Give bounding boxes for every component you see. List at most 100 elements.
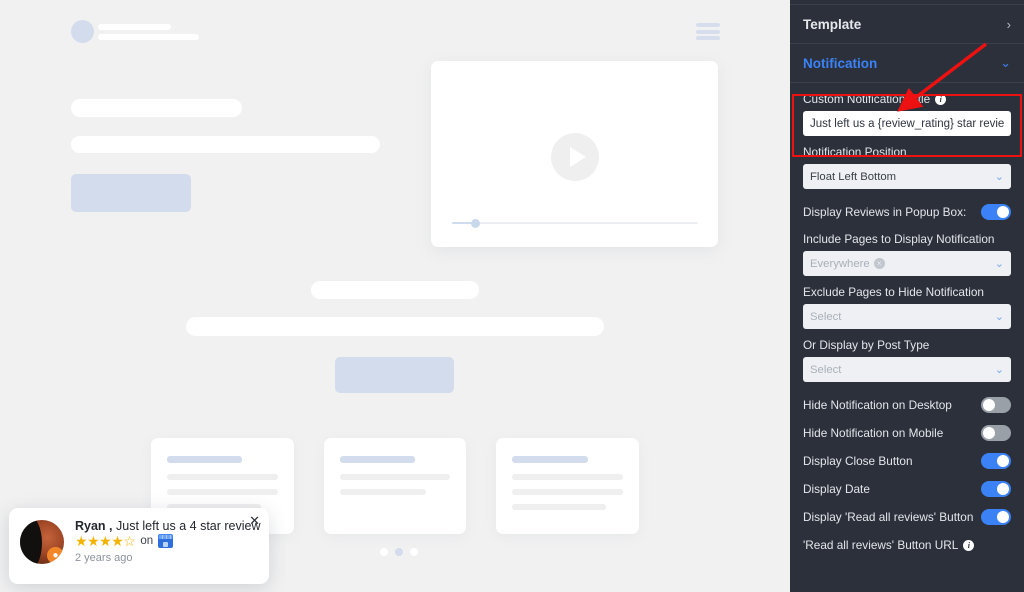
hamburger-bar: [696, 23, 720, 27]
card-text-line: [339, 489, 426, 495]
read-all-button-toggle[interactable]: [981, 509, 1011, 525]
notification-rating-row: ★★★★☆ on: [75, 534, 257, 548]
skeleton-card: [323, 438, 467, 534]
skeleton-paragraph-bar: [71, 136, 380, 153]
pagination-dot-active[interactable]: [395, 548, 403, 556]
video-progress-slider[interactable]: [452, 219, 698, 228]
accordion-template[interactable]: Template ›: [790, 5, 1024, 44]
star-filled-icon: ★: [111, 533, 124, 549]
card-text-line: [512, 489, 624, 495]
settings-sidebar: Template › Notification ⌄ Custom Notific…: [790, 0, 1024, 592]
review-notification-popup[interactable]: ● Ryan , Just left us a 4 star review ★ ★…: [9, 508, 269, 584]
chevron-down-icon: ⌄: [994, 171, 1004, 183]
card-text-line: [339, 474, 451, 480]
skeleton-header-avatar: [71, 20, 94, 43]
skeleton-section-paragraph: [186, 317, 604, 336]
skeleton-section-heading: [311, 281, 479, 299]
notification-content: Ryan , Just left us a 4 star review ★★★★…: [75, 518, 261, 584]
accordion-notification[interactable]: Notification ⌄: [790, 44, 1024, 83]
card-text-line: [167, 489, 278, 495]
info-icon[interactable]: i: [935, 93, 947, 105]
close-icon[interactable]: ✕: [249, 514, 260, 527]
card-text-line: [512, 474, 624, 480]
website-preview-canvas: [0, 0, 790, 592]
skeleton-cta-button: [71, 174, 191, 212]
hide-desktop-toggle[interactable]: [981, 397, 1011, 413]
carousel-pagination-dots[interactable]: [380, 548, 418, 556]
pagination-dot[interactable]: [380, 548, 388, 556]
close-button-label: Display Close Button: [803, 454, 913, 468]
pagination-dot[interactable]: [410, 548, 418, 556]
chevron-down-icon: ⌄: [994, 311, 1004, 323]
card-text-line: [512, 504, 607, 510]
card-title-bar: [512, 456, 588, 463]
hamburger-bar: [696, 36, 720, 40]
post-type-select[interactable]: Select ⌄: [803, 357, 1011, 382]
hide-desktop-row: Hide Notification on Desktop: [803, 391, 1011, 419]
notification-headline: Ryan , Just left us a 4 star review: [75, 519, 261, 533]
toggle-knob: [997, 206, 1009, 218]
hamburger-menu-icon[interactable]: [696, 23, 720, 40]
include-pages-tag-label: Everywhere: [810, 257, 870, 270]
skeleton-heading-bar: [71, 99, 242, 117]
custom-notification-title-input[interactable]: [803, 111, 1011, 136]
notification-message: Just left us a 4 star review: [116, 519, 261, 533]
chevron-right-icon: ›: [1006, 16, 1011, 32]
source-badge-icon: ●: [47, 547, 64, 564]
display-reviews-popup-row: Display Reviews in Popup Box:: [803, 198, 1011, 226]
display-reviews-popup-toggle[interactable]: [981, 204, 1011, 220]
star-filled-icon: ★: [75, 533, 88, 549]
notification-position-select[interactable]: Float Left Bottom ⌄: [803, 164, 1011, 189]
read-all-url-label-text: 'Read all reviews' Button URL: [803, 538, 959, 552]
card-title-bar: [167, 456, 243, 463]
tag-remove-icon[interactable]: ×: [873, 258, 885, 269]
chevron-down-icon: ⌄: [1000, 55, 1011, 70]
on-label: on: [140, 535, 154, 547]
reviewer-name: Ryan ,: [75, 519, 113, 533]
card-title-bar: [339, 456, 415, 463]
exclude-pages-select[interactable]: Select ⌄: [803, 304, 1011, 329]
exclude-pages-label-text: Exclude Pages to Hide Notification: [803, 285, 984, 299]
chevron-down-icon: ⌄: [994, 364, 1004, 376]
card-text-line: [167, 474, 278, 480]
hamburger-bar: [696, 29, 720, 34]
include-pages-select[interactable]: Everywhere × ⌄: [803, 251, 1011, 276]
chevron-down-icon: ⌄: [994, 258, 1004, 270]
play-button-icon[interactable]: [550, 133, 599, 181]
exclude-pages-placeholder: Select: [810, 310, 842, 323]
hide-mobile-toggle[interactable]: [981, 425, 1011, 441]
notification-position-label: Notification Position: [803, 145, 1011, 159]
include-pages-tag: Everywhere ×: [810, 258, 885, 270]
hide-desktop-label: Hide Notification on Desktop: [803, 398, 952, 412]
skeleton-header-line-1: [98, 24, 171, 30]
post-type-label: Or Display by Post Type: [803, 338, 1011, 352]
display-date-row: Display Date: [803, 475, 1011, 503]
skeleton-secondary-button: [335, 357, 454, 393]
include-pages-label-text: Include Pages to Display Notification: [803, 232, 995, 246]
google-business-profile-icon: [158, 534, 174, 548]
skeleton-header-line-2: [98, 34, 199, 40]
video-placeholder-card: [431, 61, 718, 247]
accordion-template-label: Template: [803, 16, 862, 32]
toggle-knob: [983, 399, 995, 411]
hide-mobile-label: Hide Notification on Mobile: [803, 426, 944, 440]
notification-position-label-text: Notification Position: [803, 145, 907, 159]
avatar: ●: [20, 520, 64, 564]
skeleton-card: [496, 438, 640, 534]
info-icon[interactable]: i: [963, 539, 975, 551]
custom-title-label: Custom Notification Title i: [803, 92, 1011, 106]
post-type-label-text: Or Display by Post Type: [803, 338, 930, 352]
notification-settings-body: Custom Notification Title i Notification…: [790, 83, 1024, 552]
slider-knob[interactable]: [471, 219, 480, 228]
exclude-pages-label: Exclude Pages to Hide Notification: [803, 285, 1011, 299]
toggle-knob: [997, 455, 1009, 467]
include-pages-label: Include Pages to Display Notification: [803, 232, 1011, 246]
toggle-knob: [983, 427, 995, 439]
close-button-toggle[interactable]: [981, 453, 1011, 469]
slider-track: [452, 222, 698, 224]
display-date-toggle[interactable]: [981, 481, 1011, 497]
